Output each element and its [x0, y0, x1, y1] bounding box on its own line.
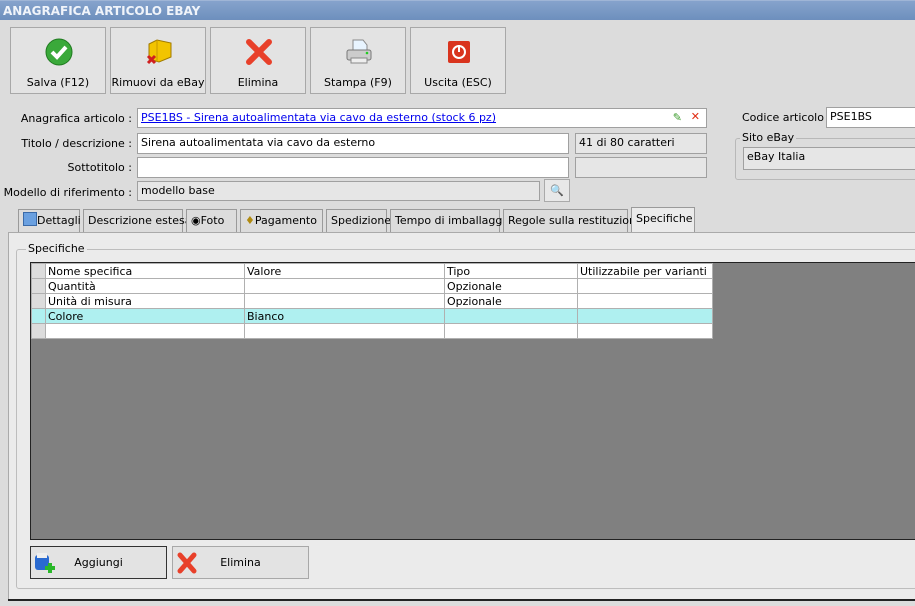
add-label: Aggiungi: [74, 556, 123, 569]
exit-label: Uscita (ESC): [424, 76, 492, 89]
cell[interactable]: [577, 323, 713, 339]
tab-regole-restituzione[interactable]: Regole sulla restituzione: [503, 209, 643, 232]
column-header[interactable]: Tipo: [444, 263, 578, 279]
cell[interactable]: Bianco: [244, 308, 445, 324]
remove-from-ebay-button[interactable]: Rimuovi da eBay: [110, 27, 206, 94]
cell[interactable]: [244, 293, 445, 309]
save-button[interactable]: Salva (F12): [10, 27, 106, 94]
tab-specifiche[interactable]: Specifiche: [631, 207, 695, 233]
cell[interactable]: Opzionale: [444, 293, 578, 309]
cell[interactable]: [444, 308, 578, 324]
printer-icon: [346, 39, 372, 64]
cell[interactable]: Unità di misura: [45, 293, 245, 309]
tab-pagamento[interactable]: ♦Pagamento: [240, 209, 323, 232]
camera-icon: ◉: [191, 214, 201, 227]
delete-spec-label: Elimina: [220, 556, 261, 569]
calendar-icon: [23, 212, 37, 226]
codice-label: Codice articolo :: [742, 111, 832, 124]
cell[interactable]: [577, 278, 713, 294]
specifiche-group-label: Specifiche: [26, 242, 87, 255]
tab-tempo-imballaggio[interactable]: Tempo di imballaggio: [390, 209, 512, 232]
anagrafica-link[interactable]: PSE1BS - Sirena autoalimentata via cavo …: [141, 111, 496, 124]
save-label: Salva (F12): [26, 76, 90, 89]
delete-icon: [246, 39, 272, 65]
codice-input[interactable]: PSE1BS: [826, 107, 915, 128]
sito-field: eBay Italia: [743, 147, 915, 170]
column-header[interactable]: Nome specifica: [45, 263, 245, 279]
titolo-counter: 41 di 80 caratteri: [575, 133, 707, 154]
tab-label: Pagamento: [254, 214, 317, 227]
tab-dettagli[interactable]: Dettagli: [18, 209, 81, 232]
exit-button[interactable]: Uscita (ESC): [410, 27, 506, 94]
modello-label: Modello di riferimento :: [3, 186, 132, 199]
delete-label: Elimina: [237, 76, 279, 89]
add-database-icon: [35, 553, 55, 573]
edit-pencil-icon[interactable]: ✎: [673, 111, 682, 124]
modello-field: modello base: [137, 181, 540, 201]
cell[interactable]: [244, 323, 445, 339]
power-icon: [448, 41, 470, 63]
delete-icon: [177, 552, 197, 574]
sottotitolo-label: Sottotitolo :: [67, 161, 132, 174]
add-button[interactable]: Aggiungi: [30, 546, 167, 579]
tab-label: Dettagli: [37, 214, 81, 227]
cell[interactable]: Opzionale: [444, 278, 578, 294]
table-row[interactable]: Unità di misura Opzionale: [31, 293, 713, 309]
cell[interactable]: [577, 293, 713, 309]
payment-icon: ♦: [245, 214, 255, 227]
search-model-button[interactable]: 🔍: [544, 179, 570, 202]
cell[interactable]: [45, 323, 245, 339]
tab-spedizione[interactable]: Spedizione: [326, 209, 391, 232]
titolo-input[interactable]: Sirena autoalimentata via cavo da estern…: [137, 133, 569, 154]
clear-icon[interactable]: ✕: [691, 110, 700, 123]
check-icon: [45, 38, 73, 66]
table-row-new[interactable]: [31, 323, 713, 339]
anagrafica-label: Anagrafica articolo :: [20, 112, 132, 125]
anagrafica-field[interactable]: PSE1BS - Sirena autoalimentata via cavo …: [137, 108, 707, 128]
cell[interactable]: Quantità: [45, 278, 245, 294]
tab-foto[interactable]: ◉Foto: [186, 209, 237, 232]
window-title: ANAGRAFICA ARTICOLO EBAY: [0, 0, 915, 20]
sottotitolo-input[interactable]: [137, 157, 569, 178]
tab-descrizione-estesa[interactable]: Descrizione estesa: [83, 209, 191, 232]
delete-spec-button[interactable]: Elimina: [172, 546, 309, 579]
sito-label: Sito eBay: [740, 131, 797, 144]
print-button[interactable]: Stampa (F9): [310, 27, 406, 94]
header-row: Nome specifica Valore Tipo Utilizzabile …: [31, 263, 713, 279]
print-label: Stampa (F9): [324, 76, 392, 89]
table-row-selected[interactable]: Colore Bianco: [31, 308, 713, 324]
cell[interactable]: [577, 308, 713, 324]
column-header[interactable]: Utilizzabile per varianti: [577, 263, 713, 279]
delete-button[interactable]: Elimina: [210, 27, 306, 94]
table-row[interactable]: Quantità Opzionale: [31, 278, 713, 294]
remove-from-ebay-label: Rimuovi da eBay: [111, 76, 205, 89]
box-remove-icon: [146, 39, 172, 65]
search-icon: 🔍: [550, 184, 564, 197]
panel-bottom-line: [8, 599, 915, 601]
cell[interactable]: [244, 278, 445, 294]
specifiche-grid[interactable]: Nome specifica Valore Tipo Utilizzabile …: [30, 262, 915, 540]
column-header[interactable]: Valore: [244, 263, 445, 279]
tab-label: Foto: [200, 214, 225, 227]
cell[interactable]: [444, 323, 578, 339]
cell[interactable]: Colore: [45, 308, 245, 324]
titolo-label: Titolo / descrizione :: [21, 137, 132, 150]
sottotitolo-counter: [575, 157, 707, 178]
specifiche-table: Nome specifica Valore Tipo Utilizzabile …: [31, 263, 713, 339]
